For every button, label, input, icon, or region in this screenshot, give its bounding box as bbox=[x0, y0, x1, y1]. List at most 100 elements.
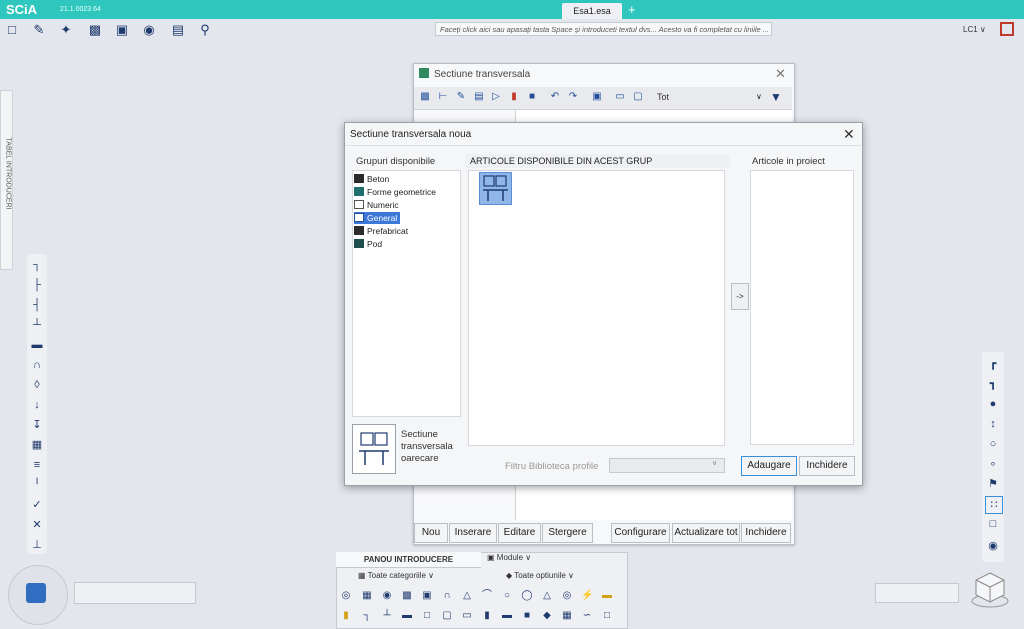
library-icon[interactable]: ▤ bbox=[170, 22, 186, 38]
building-icon[interactable]: ▩ bbox=[401, 590, 413, 602]
column-icon[interactable]: ┤ bbox=[30, 298, 44, 312]
vertical-arrows-icon[interactable]: ↕ bbox=[985, 416, 1001, 432]
tools-icon[interactable]: ✦ bbox=[58, 22, 74, 38]
configure-button[interactable]: Configurare bbox=[611, 523, 670, 543]
new-file-icon[interactable]: □ bbox=[4, 22, 20, 38]
edit-button[interactable]: Editare bbox=[498, 523, 541, 543]
group-item-beton[interactable]: Beton bbox=[354, 173, 392, 185]
library-filter-select[interactable] bbox=[609, 458, 725, 473]
profile-icon[interactable]: ┓ bbox=[985, 376, 1001, 392]
box-icon[interactable]: ▣ bbox=[421, 590, 433, 602]
add-to-project-button[interactable]: -> bbox=[731, 283, 749, 310]
search-icon[interactable]: ⚲ bbox=[197, 22, 213, 38]
user-icon[interactable]: ● bbox=[985, 396, 1001, 412]
available-items-list[interactable] bbox=[468, 170, 725, 446]
insert-icon[interactable]: ⊢ bbox=[437, 91, 449, 103]
slab-icon[interactable]: ▬ bbox=[30, 338, 44, 352]
copy-item-icon[interactable]: ▤ bbox=[473, 91, 485, 103]
duplicate-icon[interactable]: ■ bbox=[526, 91, 538, 103]
support-icon[interactable]: ┴ bbox=[30, 318, 44, 332]
plate-icon[interactable]: ▬ bbox=[401, 610, 413, 622]
member-icon[interactable]: ┐ bbox=[361, 610, 373, 622]
triangle-icon[interactable]: △ bbox=[541, 590, 553, 602]
profile-icon[interactable]: ▬ bbox=[501, 610, 513, 622]
group-item-pod[interactable]: Pod bbox=[354, 238, 385, 250]
save-icon[interactable]: ▢ bbox=[632, 91, 644, 103]
beam-icon[interactable]: ├ bbox=[30, 278, 44, 292]
general-section-item[interactable] bbox=[479, 172, 512, 205]
load-icon[interactable]: ↓ bbox=[30, 398, 44, 412]
layers-icon[interactable]: ≡ bbox=[30, 458, 44, 472]
delete-icon[interactable]: ▮ bbox=[508, 91, 520, 103]
beam-yellow-icon[interactable]: ▬ bbox=[601, 590, 613, 602]
ring-icon[interactable]: ◯ bbox=[521, 590, 533, 602]
redo-icon[interactable]: ↷ bbox=[567, 91, 579, 103]
project-icon[interactable]: ▩ bbox=[87, 22, 103, 38]
add-tab-button[interactable]: + bbox=[628, 2, 636, 17]
filter-select[interactable]: Tot bbox=[657, 92, 669, 102]
library-view-icon[interactable]: ▣ bbox=[591, 91, 603, 103]
close-icon[interactable]: ✕ bbox=[775, 66, 786, 82]
tab-esa1[interactable]: Esa1.esa bbox=[562, 3, 622, 19]
load-case-select[interactable]: LC1 ∨ bbox=[963, 25, 986, 34]
block-icon[interactable]: □ bbox=[601, 610, 613, 622]
chevron-down-icon[interactable]: ∨ bbox=[712, 459, 717, 467]
compass-icon[interactable]: ◎ bbox=[340, 590, 352, 602]
options-select[interactable]: ◆ Toate optiunile ∨ bbox=[506, 571, 574, 580]
group-item-prefabricat[interactable]: Prefabricat bbox=[354, 225, 411, 237]
add-button[interactable]: Adaugare bbox=[741, 456, 797, 476]
flag-icon[interactable]: ⚑ bbox=[985, 476, 1001, 492]
close-manager-button[interactable]: Inchidere bbox=[741, 523, 791, 543]
curve-icon[interactable]: ∽ bbox=[581, 610, 593, 622]
chevron-down-icon[interactable]: ∨ bbox=[756, 92, 762, 101]
disc-icon[interactable]: ◎ bbox=[561, 590, 573, 602]
edit-item-icon[interactable]: ✎ bbox=[455, 91, 467, 103]
group-item-forme-geometrice[interactable]: Forme geometrice bbox=[354, 186, 439, 198]
radial-center-icon[interactable] bbox=[26, 583, 46, 603]
modules-select[interactable]: ▣ Module ∨ bbox=[487, 553, 531, 562]
beam-3d-icon[interactable]: ▮ bbox=[481, 610, 493, 622]
spiral-icon[interactable]: ◉ bbox=[381, 590, 393, 602]
shell-icon[interactable]: ◆ bbox=[541, 610, 553, 622]
circle-icon[interactable]: ○ bbox=[501, 590, 513, 602]
support-icon[interactable]: ┴ bbox=[381, 610, 393, 622]
point-load-icon[interactable]: ↧ bbox=[30, 418, 44, 432]
slab-icon[interactable]: ▭ bbox=[461, 610, 473, 622]
check-icon[interactable]: ✓ bbox=[30, 498, 44, 512]
project-items-list[interactable] bbox=[750, 170, 854, 445]
view-3d-icon[interactable]: ▣ bbox=[114, 22, 130, 38]
solid-icon[interactable]: ■ bbox=[521, 610, 533, 622]
delete-button[interactable]: Stergere bbox=[542, 523, 593, 543]
insert-button[interactable]: Inserare bbox=[449, 523, 497, 543]
close-button[interactable]: Inchidere bbox=[799, 456, 855, 476]
database-icon[interactable]: ○ bbox=[985, 436, 1001, 452]
remove-icon[interactable]: ✕ bbox=[30, 518, 44, 532]
column-yellow-icon[interactable]: ▮ bbox=[340, 610, 352, 622]
point-icon[interactable]: ∘ bbox=[985, 456, 1001, 472]
mesh-icon[interactable]: ▦ bbox=[561, 610, 573, 622]
member-icon[interactable]: ┐ bbox=[30, 258, 44, 272]
command-input[interactable]: Faceți click aici sau apasați tasta Spac… bbox=[435, 22, 772, 36]
input-panel-title[interactable]: PANOU INTRODUCERE bbox=[336, 552, 481, 568]
open-folder-icon[interactable]: ▭ bbox=[614, 91, 626, 103]
new-button[interactable]: Nou bbox=[414, 523, 448, 543]
move-item-icon[interactable]: ▷ bbox=[490, 91, 502, 103]
section-icon[interactable]: ┏ bbox=[985, 356, 1001, 372]
view-tool-strip[interactable] bbox=[875, 583, 959, 603]
new-item-icon[interactable]: ▩ bbox=[419, 91, 431, 103]
eye-icon[interactable]: ◉ bbox=[141, 22, 157, 38]
undo-icon[interactable]: ↶ bbox=[549, 91, 561, 103]
frame-icon[interactable]: ∩ bbox=[30, 358, 44, 372]
load-case-icon[interactable] bbox=[1000, 22, 1014, 36]
update-all-button[interactable]: Actualizare tot bbox=[672, 523, 740, 543]
dimension-icon[interactable]: ╵ bbox=[30, 478, 44, 492]
frame-icon[interactable]: ∩ bbox=[441, 590, 453, 602]
lightning-icon[interactable]: ⚡ bbox=[581, 590, 593, 602]
truss-icon[interactable]: △ bbox=[461, 590, 473, 602]
snap-tool-strip[interactable] bbox=[74, 582, 196, 604]
snap-icon[interactable]: □ bbox=[985, 516, 1001, 532]
wall-icon[interactable]: □ bbox=[421, 610, 433, 622]
visibility-icon[interactable]: ◉ bbox=[985, 538, 1001, 554]
edit-icon[interactable]: ✎ bbox=[31, 22, 47, 38]
grid-icon[interactable]: ▦ bbox=[361, 590, 373, 602]
